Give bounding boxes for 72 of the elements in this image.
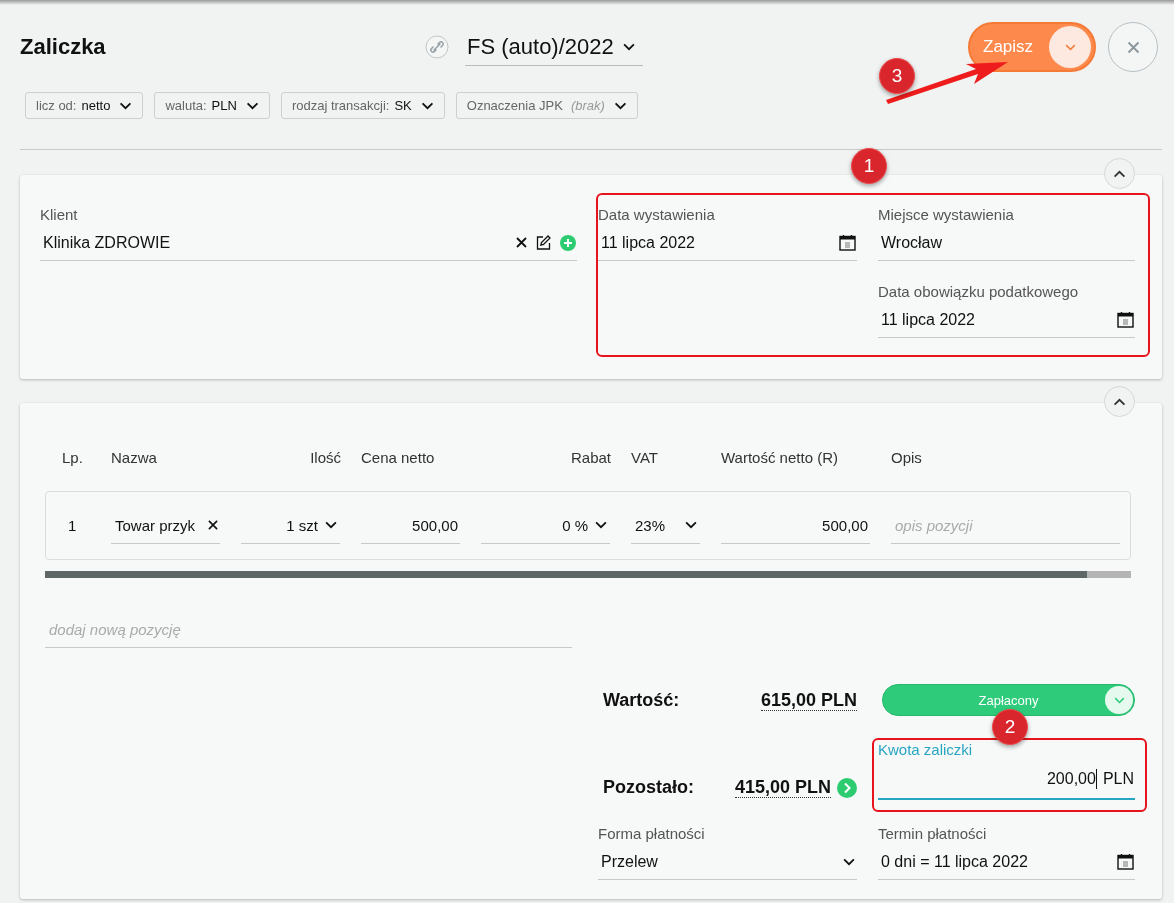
date-field[interactable]: 11 lipca 2022: [878, 302, 1135, 338]
description-field[interactable]: opis pozycji: [891, 507, 1120, 544]
item-name-field[interactable]: Towar przyk: [111, 507, 220, 544]
column-header: Wartość netto (R): [721, 448, 839, 466]
numbering-dropdown[interactable]: FS (auto)/2022: [465, 28, 643, 66]
client-field[interactable]: Klinika ZDROWIE: [40, 225, 577, 261]
place-field[interactable]: Wrocław: [878, 225, 1135, 261]
callout-marker: 3: [879, 58, 915, 94]
collapse-button[interactable]: [1104, 158, 1135, 189]
option-dropdown[interactable]: Oznaczenia JPK (brak): [455, 92, 638, 119]
chevron-down-icon: [684, 521, 698, 529]
chevron-down-icon: [420, 101, 434, 110]
save-options-button[interactable]: [1049, 26, 1091, 68]
payment-due-field[interactable]: 0 dni = 11 lipca 2022: [878, 844, 1135, 880]
column-header: Cena netto: [361, 448, 436, 466]
calendar-icon: [1117, 853, 1134, 870]
chevron-up-icon: [1113, 169, 1126, 178]
field-label: Forma płatności: [598, 824, 706, 844]
remaining-label: Pozostało:: [603, 777, 694, 798]
remaining-amount: 415,00 PLN: [734, 777, 831, 798]
field-label: Kwota zaliczki: [878, 740, 974, 760]
link-icon: [425, 35, 449, 59]
chevron-down-icon: [245, 101, 259, 110]
column-header: VAT: [631, 448, 659, 466]
option-dropdown[interactable]: rodzaj transakcji: SK: [280, 92, 445, 119]
vat-dropdown[interactable]: 23%: [631, 507, 700, 544]
chevron-down-icon: [324, 521, 338, 529]
close-button[interactable]: [1108, 22, 1158, 72]
field-label: Termin płatności: [878, 824, 988, 844]
edit-icon[interactable]: [536, 235, 551, 250]
calendar-icon: [1117, 311, 1134, 328]
callout-marker: 1: [851, 148, 887, 184]
advance-amount-field[interactable]: 200,00 PLN: [878, 760, 1135, 800]
chevron-down-icon: [119, 101, 133, 110]
chevron-down-icon: [621, 42, 636, 51]
total-label: Wartość:: [603, 689, 680, 711]
column-header: Rabat: [569, 448, 612, 466]
net-value-field[interactable]: 500,00: [721, 507, 870, 544]
column-header: Opis: [891, 448, 923, 466]
field-label: Klient: [40, 205, 79, 225]
field-label: Data obowiązku podatkowego: [878, 282, 1080, 302]
net-price-field[interactable]: 500,00: [361, 507, 460, 544]
add-icon[interactable]: [560, 234, 576, 251]
clear-icon[interactable]: [516, 237, 527, 248]
quantity-dropdown[interactable]: 1 szt: [241, 507, 340, 544]
field-label: Miejsce wystawienia: [878, 205, 1015, 225]
payment-method-dropdown[interactable]: Przelew: [598, 844, 857, 880]
column-header: Nazwa: [111, 448, 158, 466]
chevron-down-icon: [1113, 696, 1125, 704]
discount-dropdown[interactable]: 0 %: [481, 507, 610, 544]
chevron-up-icon: [1113, 397, 1126, 406]
option-dropdown[interactable]: waluta: PLN: [154, 92, 270, 119]
arrow-right-icon[interactable]: [837, 777, 857, 798]
date-field[interactable]: 11 lipca 2022: [598, 225, 857, 261]
field-label: Data wystawienia: [598, 205, 716, 225]
row-number: 1: [67, 517, 78, 534]
chevron-down-icon: [594, 521, 608, 529]
add-item-field[interactable]: dodaj nową pozycję: [45, 612, 572, 648]
collapse-button[interactable]: [1104, 386, 1135, 417]
chevron-down-icon: [1064, 43, 1076, 51]
chevron-down-icon: [842, 857, 856, 866]
calendar-icon: [839, 234, 856, 251]
column-header: Ilość: [309, 448, 342, 466]
horizontal-scrollbar[interactable]: [45, 571, 1131, 578]
total-amount: 615,00 PLN: [760, 689, 857, 711]
column-header: Lp.: [61, 448, 84, 466]
option-dropdown[interactable]: licz od: netto: [25, 92, 144, 119]
clear-icon[interactable]: [208, 520, 218, 530]
status-options-button[interactable]: [1105, 686, 1133, 714]
close-icon: [1126, 40, 1140, 54]
document-title: Zaliczka: [20, 34, 107, 60]
chevron-down-icon: [613, 101, 627, 110]
